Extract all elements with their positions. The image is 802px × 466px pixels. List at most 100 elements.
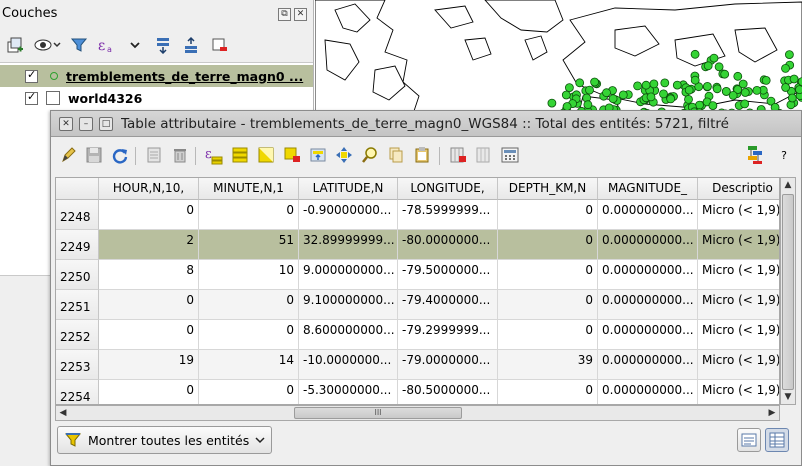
table-cell[interactable]: Micro (< 1,9) — [698, 200, 779, 230]
vertical-scroll-thumb[interactable] — [782, 194, 794, 390]
column-header[interactable]: MAGNITUDE_ — [598, 178, 698, 200]
copy-icon[interactable] — [385, 144, 407, 166]
expression-select-icon[interactable]: ε — [203, 144, 225, 166]
table-cell[interactable]: 0.000000000... — [598, 350, 698, 380]
save-edits-icon[interactable] — [83, 144, 105, 166]
minimize-window-icon[interactable]: – — [79, 117, 93, 131]
table-cell[interactable]: 51 — [199, 230, 299, 260]
filter-icon[interactable] — [68, 34, 90, 56]
layer-visibility-checkbox[interactable] — [25, 68, 38, 83]
deselect-icon[interactable] — [281, 144, 303, 166]
column-header[interactable]: LATITUDE,N — [299, 178, 398, 200]
add-group-icon[interactable] — [4, 34, 26, 56]
help-icon[interactable]: ? — [773, 144, 795, 166]
scroll-right-icon[interactable]: ▶ — [765, 406, 779, 420]
table-cell[interactable]: 0 — [99, 320, 199, 350]
collapse-all-icon[interactable] — [180, 34, 202, 56]
table-cell[interactable]: 0 — [498, 290, 598, 320]
table-cell[interactable]: 0 — [498, 260, 598, 290]
table-cell[interactable]: 32.89999999... — [299, 230, 398, 260]
table-corner[interactable] — [56, 178, 99, 200]
horizontal-scroll-thumb[interactable]: III — [294, 407, 462, 419]
table-cell[interactable]: 0 — [199, 380, 299, 404]
table-cell[interactable]: 0 — [199, 290, 299, 320]
remove-layer-icon[interactable] — [208, 34, 230, 56]
table-cell[interactable]: 0 — [199, 200, 299, 230]
table-cell[interactable]: -79.2999999... — [398, 320, 498, 350]
table-cell[interactable]: 9.100000000... — [299, 290, 398, 320]
row-header[interactable]: 2254 — [56, 380, 99, 404]
field-calculator-icon[interactable] — [499, 144, 521, 166]
column-header[interactable]: Descriptio — [698, 178, 779, 200]
table-cell[interactable]: 0.000000000... — [598, 260, 698, 290]
paste-icon[interactable] — [411, 144, 433, 166]
add-feature-icon[interactable] — [143, 144, 165, 166]
table-cell[interactable]: 2 — [99, 230, 199, 260]
scroll-down-icon[interactable]: ▼ — [781, 390, 795, 404]
table-cell[interactable]: 10 — [199, 260, 299, 290]
table-cell[interactable]: -79.5000000... — [398, 260, 498, 290]
move-selection-top-icon[interactable] — [307, 144, 329, 166]
table-cell[interactable]: Micro (< 1,9) — [698, 290, 779, 320]
table-cell[interactable]: -0.90000000... — [299, 200, 398, 230]
expression-filter-icon[interactable]: εa — [96, 34, 118, 56]
row-header[interactable]: 2250 — [56, 260, 99, 290]
show-all-features-dropdown[interactable]: Montrer toutes les entités — [57, 426, 273, 454]
expand-all-icon[interactable] — [152, 34, 174, 56]
table-cell[interactable]: 0.000000000... — [598, 320, 698, 350]
table-cell[interactable]: 0.000000000... — [598, 230, 698, 260]
table-cell[interactable]: -79.0000000... — [398, 350, 498, 380]
table-view-icon[interactable] — [765, 428, 789, 452]
table-cell[interactable]: 0 — [498, 230, 598, 260]
maximize-window-icon[interactable]: □ — [99, 117, 113, 131]
layer-row-world[interactable]: world4326 — [0, 87, 313, 109]
table-cell[interactable]: Micro (< 1,9) — [698, 230, 779, 260]
edit-pencil-icon[interactable] — [57, 144, 79, 166]
float-panel-icon[interactable]: ⧉ — [278, 8, 291, 21]
form-view-icon[interactable] — [737, 428, 761, 452]
table-cell[interactable]: -78.5999999... — [398, 200, 498, 230]
table-cell[interactable]: 9.000000000... — [299, 260, 398, 290]
scroll-left-icon[interactable]: ◀ — [56, 406, 70, 420]
row-header[interactable]: 2253 — [56, 350, 99, 380]
chevron-down-icon[interactable] — [124, 34, 146, 56]
row-header[interactable]: 2248 — [56, 200, 99, 230]
close-panel-icon[interactable]: ✕ — [294, 8, 307, 21]
table-cell[interactable]: 39 — [498, 350, 598, 380]
zoom-to-selection-icon[interactable] — [359, 144, 381, 166]
column-header[interactable]: DEPTH_KM,N — [498, 178, 598, 200]
table-cell[interactable]: 0 — [199, 320, 299, 350]
table-cell[interactable]: 0 — [99, 200, 199, 230]
select-all-icon[interactable] — [229, 144, 251, 166]
table-cell[interactable]: 8 — [99, 260, 199, 290]
column-header[interactable]: HOUR,N,10, — [99, 178, 199, 200]
table-cell[interactable]: 8.600000000... — [299, 320, 398, 350]
table-cell[interactable]: 0.000000000... — [598, 200, 698, 230]
table-cell[interactable]: 0 — [99, 380, 199, 404]
column-header[interactable]: MINUTE,N,1 — [199, 178, 299, 200]
table-cell[interactable]: -5.30000000... — [299, 380, 398, 404]
scroll-up-icon[interactable]: ▲ — [781, 178, 795, 192]
reload-icon[interactable] — [109, 144, 131, 166]
window-titlebar[interactable]: ✕ – □ Table attributaire - tremblements_… — [51, 111, 801, 137]
eye-icon[interactable] — [32, 34, 62, 56]
invert-selection-icon[interactable] — [255, 144, 277, 166]
table-cell[interactable]: 0 — [99, 290, 199, 320]
layer-visibility-checkbox[interactable] — [25, 90, 38, 105]
table-cell[interactable]: -80.5000000... — [398, 380, 498, 404]
table-cell[interactable]: Micro (< 1,9) — [698, 380, 779, 404]
column-header[interactable]: LONGITUDE, — [398, 178, 498, 200]
table-cell[interactable]: 0 — [498, 380, 598, 404]
delete-field-icon[interactable] — [447, 144, 469, 166]
table-cell[interactable]: -10.0000000... — [299, 350, 398, 380]
horizontal-scrollbar[interactable]: ◀ III ▶ — [55, 405, 780, 421]
table-cell[interactable]: Micro (< 1,9) — [698, 320, 779, 350]
table-cell[interactable]: -80.0000000... — [398, 230, 498, 260]
row-header[interactable]: 2249 — [56, 230, 99, 260]
table-cell[interactable]: -79.4000000... — [398, 290, 498, 320]
close-window-icon[interactable]: ✕ — [59, 117, 73, 131]
vertical-scrollbar[interactable]: ▲ ▼ — [780, 177, 796, 405]
table-cell[interactable]: Micro (< 1,9) — [698, 350, 779, 380]
layer-row-earthquakes[interactable]: tremblements_de_terre_magn0 ... — [0, 65, 313, 87]
table-cell[interactable]: 0 — [498, 320, 598, 350]
